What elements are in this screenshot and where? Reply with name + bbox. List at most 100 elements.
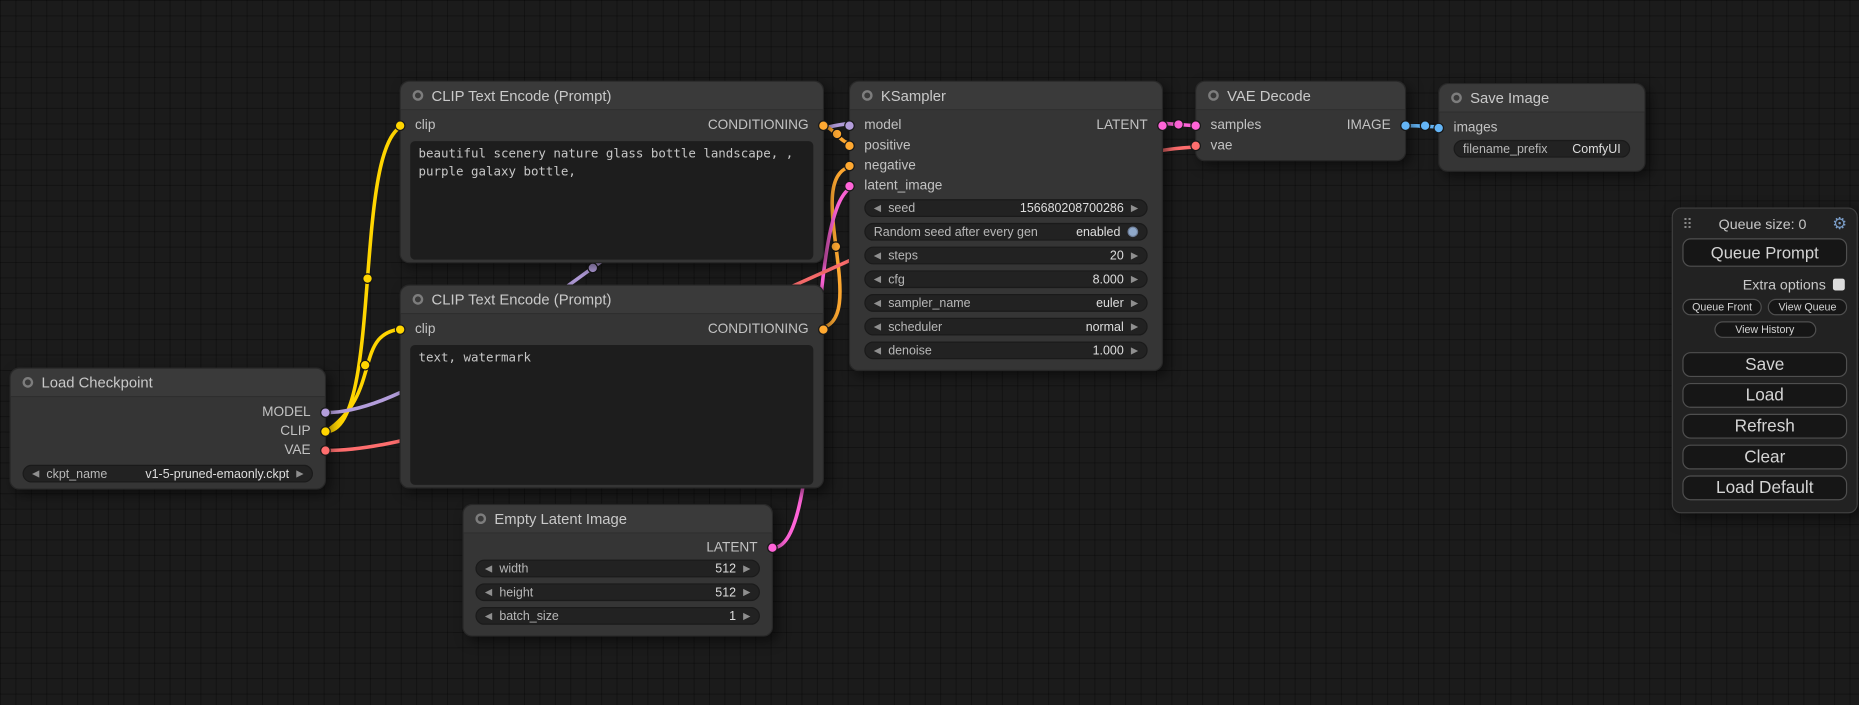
decrement-icon[interactable]: ◀ xyxy=(485,587,492,598)
widget-seed[interactable]: ◀ seed 156680208700286 ▶ xyxy=(864,199,1147,217)
decrement-icon[interactable]: ◀ xyxy=(874,250,881,261)
collapse-dot-icon[interactable] xyxy=(1208,90,1219,101)
output-dot-latent[interactable] xyxy=(767,542,778,553)
input-dot-positive[interactable] xyxy=(844,140,855,151)
decrement-icon[interactable]: ◀ xyxy=(874,298,881,309)
widget-width[interactable]: ◀ width 512 ▶ xyxy=(475,560,760,578)
increment-icon[interactable]: ▶ xyxy=(1131,250,1138,261)
view-history-button[interactable]: View History xyxy=(1714,321,1816,338)
collapse-dot-icon[interactable] xyxy=(413,90,424,101)
widget-ckpt-name[interactable]: ◀ ckpt_name v1-5-pruned-emaonly.ckpt ▶ xyxy=(23,465,313,483)
input-dot-negative[interactable] xyxy=(844,160,855,171)
widget-cfg[interactable]: ◀ cfg 8.000 ▶ xyxy=(864,270,1147,288)
input-dot-images[interactable] xyxy=(1433,122,1444,133)
decrement-icon[interactable]: ◀ xyxy=(874,274,881,285)
node-clip-text-encode-negative[interactable]: CLIP Text Encode (Prompt) clip CONDITION… xyxy=(400,285,824,489)
decrement-icon[interactable]: ◀ xyxy=(874,345,881,356)
node-load-checkpoint[interactable]: Load Checkpoint MODEL CLIP VAE ◀ ckpt_na… xyxy=(9,368,326,490)
prompt-text-area[interactable]: beautiful scenery nature glass bottle la… xyxy=(410,141,813,260)
drag-handle-icon[interactable]: ⠿ xyxy=(1682,215,1692,232)
slot-label: LATENT xyxy=(1096,118,1147,132)
slot-row: clip CONDITIONING xyxy=(401,115,823,135)
collapse-dot-icon[interactable] xyxy=(862,90,873,101)
save-button[interactable]: Save xyxy=(1682,352,1847,377)
wire-clip-to-negative-prompt xyxy=(326,328,409,431)
input-dot-clip[interactable] xyxy=(395,324,406,335)
output-slot-latent: LATENT xyxy=(464,538,772,557)
output-dot-clip[interactable] xyxy=(320,426,331,437)
widget-label: Random seed after every gen xyxy=(874,225,1038,239)
increment-icon[interactable]: ▶ xyxy=(1131,345,1138,356)
node-title-bar[interactable]: VAE Decode xyxy=(1196,82,1405,110)
increment-icon[interactable]: ▶ xyxy=(743,563,750,574)
extra-options-checkbox[interactable] xyxy=(1833,279,1845,291)
node-title-bar[interactable]: Load Checkpoint xyxy=(11,369,325,397)
prompt-text-area[interactable]: text, watermark xyxy=(410,345,813,485)
settings-gear-icon[interactable]: ⚙ xyxy=(1832,213,1847,233)
load-button[interactable]: Load xyxy=(1682,383,1847,408)
decrement-icon[interactable]: ◀ xyxy=(874,321,881,332)
increment-icon[interactable]: ▶ xyxy=(1131,274,1138,285)
refresh-button[interactable]: Refresh xyxy=(1682,414,1847,439)
increment-icon[interactable]: ▶ xyxy=(1131,203,1138,214)
node-empty-latent-image[interactable]: Empty Latent Image LATENT ◀ width 512 ▶ … xyxy=(462,504,773,637)
node-vae-decode[interactable]: VAE Decode samples IMAGE vae xyxy=(1195,81,1406,162)
decrement-icon[interactable]: ◀ xyxy=(32,468,39,479)
node-clip-text-encode-positive[interactable]: CLIP Text Encode (Prompt) clip CONDITION… xyxy=(400,81,824,264)
output-dot-image[interactable] xyxy=(1400,120,1411,131)
decrement-icon[interactable]: ◀ xyxy=(874,203,881,214)
decrement-icon[interactable]: ◀ xyxy=(485,563,492,574)
increment-icon[interactable]: ▶ xyxy=(743,611,750,622)
output-slot-model: MODEL xyxy=(11,403,325,422)
widget-filename-prefix[interactable]: filename_prefix ComfyUI xyxy=(1454,140,1631,158)
input-dot-clip[interactable] xyxy=(395,120,406,131)
widget-label: scheduler xyxy=(888,320,942,334)
widget-label: width xyxy=(499,561,528,575)
increment-icon[interactable]: ▶ xyxy=(296,468,303,479)
node-ksampler[interactable]: KSampler model LATENT positive negative … xyxy=(849,81,1163,371)
node-save-image[interactable]: Save Image images filename_prefix ComfyU… xyxy=(1438,83,1645,172)
widget-scheduler[interactable]: ◀ scheduler normal ▶ xyxy=(864,318,1147,336)
view-queue-button[interactable]: View Queue xyxy=(1768,299,1847,316)
output-dot-conditioning[interactable] xyxy=(818,120,829,131)
widget-random-seed[interactable]: Random seed after every gen enabled xyxy=(864,223,1147,241)
history-row: View History xyxy=(1673,315,1857,338)
node-title-bar[interactable]: Save Image xyxy=(1439,84,1644,112)
queue-front-button[interactable]: Queue Front xyxy=(1682,299,1761,316)
output-dot-vae[interactable] xyxy=(320,445,331,456)
output-dot-model[interactable] xyxy=(320,407,331,418)
queue-prompt-button[interactable]: Queue Prompt xyxy=(1682,238,1847,266)
node-title-bar[interactable]: CLIP Text Encode (Prompt) xyxy=(401,82,823,110)
input-dot-samples[interactable] xyxy=(1190,120,1201,131)
widget-sampler-name[interactable]: ◀ sampler_name euler ▶ xyxy=(864,294,1147,312)
input-dot-latent-image[interactable] xyxy=(844,180,855,191)
widget-steps[interactable]: ◀ steps 20 ▶ xyxy=(864,247,1147,265)
clear-button[interactable]: Clear xyxy=(1682,445,1847,470)
slot-row: latent_image xyxy=(850,175,1162,195)
widget-denoise[interactable]: ◀ denoise 1.000 ▶ xyxy=(864,341,1147,359)
toggle-icon[interactable] xyxy=(1128,226,1139,237)
load-default-button[interactable]: Load Default xyxy=(1682,475,1847,500)
node-title-bar[interactable]: CLIP Text Encode (Prompt) xyxy=(401,286,823,314)
input-dot-vae[interactable] xyxy=(1190,140,1201,151)
node-graph-canvas[interactable]: Load Checkpoint MODEL CLIP VAE ◀ ckpt_na… xyxy=(0,0,1859,705)
collapse-dot-icon[interactable] xyxy=(23,377,34,388)
node-title: Save Image xyxy=(1470,90,1549,107)
increment-icon[interactable]: ▶ xyxy=(743,587,750,598)
collapse-dot-icon[interactable] xyxy=(1451,92,1462,103)
node-title-bar[interactable]: Empty Latent Image xyxy=(464,505,772,533)
widget-value: euler xyxy=(1096,296,1124,310)
increment-icon[interactable]: ▶ xyxy=(1131,321,1138,332)
collapse-dot-icon[interactable] xyxy=(475,513,486,524)
link-midpoint-dot xyxy=(1420,121,1429,130)
input-dot-model[interactable] xyxy=(844,120,855,131)
widget-height[interactable]: ◀ height 512 ▶ xyxy=(475,583,760,601)
increment-icon[interactable]: ▶ xyxy=(1131,298,1138,309)
node-title-bar[interactable]: KSampler xyxy=(850,82,1162,110)
output-dot-latent[interactable] xyxy=(1157,120,1168,131)
widget-batch-size[interactable]: ◀ batch_size 1 ▶ xyxy=(475,607,760,625)
widget-label: denoise xyxy=(888,343,932,357)
output-dot-conditioning[interactable] xyxy=(818,324,829,335)
collapse-dot-icon[interactable] xyxy=(413,294,424,305)
decrement-icon[interactable]: ◀ xyxy=(485,611,492,622)
